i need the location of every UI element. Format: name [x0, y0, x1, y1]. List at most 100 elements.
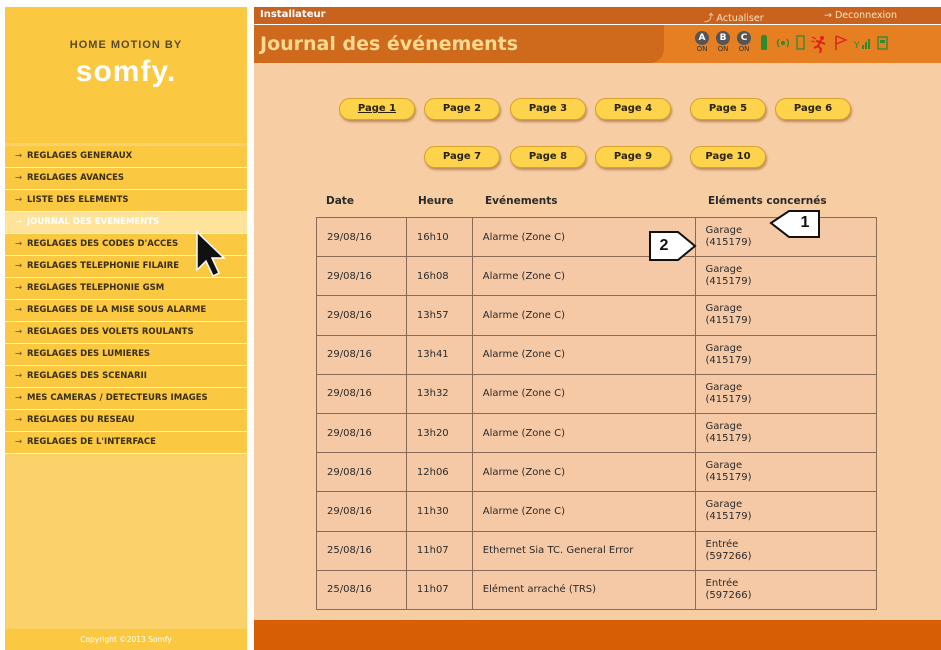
events-table: 29/08/16 16h10 Alarme (Zone C) Garage (41517… — [316, 216, 878, 610]
page-7-button[interactable]: Page 7 — [424, 146, 500, 168]
table-row: 29/08/16 13h41 Alarme (Zone C) Garage (41517… — [316, 334, 878, 375]
element-name: Garage — [705, 499, 743, 511]
element-cell: Garage (415179) — [694, 373, 878, 414]
sidebar-menu: → REGLAGES GENERAUX → REGLAGES AVANCES → LIST… — [5, 146, 247, 454]
element-name: Garage — [705, 264, 743, 276]
date-cell: 29/08/16 — [316, 491, 407, 532]
table-row: 25/08/16 11h07 Elément arraché (TRS) Entrée… — [316, 569, 878, 610]
sidebar-item-9[interactable]: → REGLAGES DES LUMIERES — [5, 344, 247, 366]
sidebar-item-5[interactable]: → REGLAGES TELEPHONIE FILAIRE — [5, 256, 247, 278]
page-1-button[interactable]: Page 1 — [339, 98, 415, 120]
brand-tagline: HOME MOTION BY — [69, 39, 183, 51]
element-cell: Garage (415179) — [694, 295, 878, 336]
sidebar-item-label: LISTE DES ELEMENTS — [27, 195, 129, 205]
svg-text:Y: Y — [854, 41, 860, 51]
title-tab: Journal des événements — [254, 25, 664, 63]
element-code: (415179) — [705, 354, 752, 366]
zone-a-state: ON — [696, 45, 708, 53]
page-4-button[interactable]: Page 4 — [595, 98, 671, 120]
sidebar-item-0[interactable]: → REGLAGES GENERAUX — [5, 146, 247, 168]
event-cell: Ethernet Sia TC. General Error — [471, 530, 696, 571]
battery-icon — [761, 35, 767, 50]
sidebar-item-4[interactable]: → REGLAGES DES CODES D'ACCES — [5, 234, 247, 256]
element-code: (415179) — [705, 276, 752, 288]
time-cell: 16h10 — [405, 216, 473, 258]
time-cell: 12h06 — [405, 452, 473, 493]
arrow-right-icon: → — [15, 239, 23, 249]
intrusion-alarm-icon — [811, 36, 826, 53]
arrow-right-icon: → — [15, 261, 23, 271]
arrow-right-icon: → — [15, 173, 23, 183]
arrow-right-icon: → — [15, 349, 23, 359]
radio-signal-icon — [776, 38, 790, 48]
element-code: (415179) — [705, 393, 752, 405]
time-cell: 16h08 — [405, 256, 473, 297]
date-cell: 25/08/16 — [316, 569, 407, 610]
event-cell: Alarme (Zone C) — [471, 334, 696, 375]
arrow-right-icon: → — [15, 327, 23, 337]
arrow-right-icon: → — [15, 393, 23, 403]
element-cell: Garage (415179) — [694, 216, 878, 258]
element-cell: Garage (415179) — [694, 412, 878, 454]
page-10-button[interactable]: Page 10 — [690, 146, 766, 168]
page-9-button[interactable]: Page 9 — [595, 146, 671, 168]
element-name: Garage — [705, 381, 743, 393]
sidebar-item-1[interactable]: → REGLAGES AVANCES — [5, 168, 247, 190]
sidebar-item-label: REGLAGES TELEPHONIE FILAIRE — [27, 261, 180, 271]
door-sensor-icon — [796, 35, 805, 50]
sidebar-item-label: REGLAGES AVANCES — [27, 173, 125, 183]
refresh-link[interactable]: ⤴ Actualiser — [704, 10, 764, 24]
sidebar-item-13[interactable]: → REGLAGES DE L'INTERFACE — [5, 432, 247, 454]
event-cell: Alarme (Zone C) — [471, 373, 696, 414]
sidebar-item-label: JOURNAL DES EVENEMENTS — [27, 217, 160, 227]
page-8-button[interactable]: Page 8 — [510, 146, 586, 168]
time-cell: 13h57 — [405, 295, 473, 336]
event-cell: Elément arraché (TRS) — [471, 569, 696, 610]
sidebar-item-12[interactable]: → REGLAGES DU RESEAU — [5, 410, 247, 432]
table-row: 29/08/16 12h06 Alarme (Zone C) Garage (41517… — [316, 452, 878, 493]
date-cell: 29/08/16 — [316, 334, 407, 375]
element-code: (415179) — [705, 237, 752, 249]
zone-b-icon: B — [716, 31, 730, 45]
time-cell: 11h07 — [405, 569, 473, 610]
sidebar-item-3[interactable]: → JOURNAL DES EVENEMENTS — [5, 212, 247, 234]
date-cell: 29/08/16 — [316, 412, 407, 454]
sidebar-item-7[interactable]: → REGLAGES DE LA MISE SOUS ALARME — [5, 300, 247, 322]
sidebar-item-label: REGLAGES DES VOLETS ROULANTS — [27, 327, 194, 337]
page-3-button[interactable]: Page 3 — [510, 98, 586, 120]
arrow-right-icon: → — [15, 437, 23, 447]
element-code: (415179) — [705, 433, 752, 445]
top-bar: Installateur ⤴ Actualiser → Deconnexion — [254, 7, 941, 24]
event-cell: Alarme (Zone C) — [471, 491, 696, 532]
page-2-button[interactable]: Page 2 — [424, 98, 500, 120]
sidebar-item-2[interactable]: → LISTE DES ELEMENTS — [5, 190, 247, 212]
footer-bar — [254, 620, 941, 650]
page-title: Journal des événements — [260, 33, 519, 55]
date-cell: 29/08/16 — [316, 295, 407, 336]
sidebar-item-8[interactable]: → REGLAGES DES VOLETS ROULANTS — [5, 322, 247, 344]
element-cell: Garage (415179) — [694, 256, 878, 297]
column-header-event: Evénements — [485, 195, 558, 207]
page-6-button[interactable]: Page 6 — [775, 98, 851, 120]
sidebar-item-label: MES CAMERAS / DETECTEURS IMAGES — [27, 393, 208, 403]
arrow-right-icon: → — [15, 217, 23, 227]
date-cell: 25/08/16 — [316, 530, 407, 571]
user-role: Installateur — [260, 9, 326, 20]
sidebar-item-10[interactable]: → REGLAGES DES SCENARII — [5, 366, 247, 388]
power-supply-icon — [877, 36, 888, 50]
zone-a-badge: A ON — [693, 31, 711, 54]
page-5-button[interactable]: Page 5 — [690, 98, 766, 120]
date-cell: 29/08/16 — [316, 256, 407, 297]
sidebar-item-6[interactable]: → REGLAGES TELEPHONIE GSM — [5, 278, 247, 300]
logout-label: Deconnexion — [834, 10, 897, 21]
sidebar-item-label: REGLAGES DES CODES D'ACCES — [27, 239, 179, 249]
logout-link[interactable]: → Deconnexion — [824, 10, 897, 21]
element-cell: Garage (415179) — [694, 452, 878, 493]
element-name: Garage — [705, 303, 743, 315]
flag-icon — [835, 35, 848, 50]
sidebar-item-11[interactable]: → MES CAMERAS / DETECTEURS IMAGES — [5, 388, 247, 410]
element-name: Garage — [705, 460, 743, 472]
element-name: Garage — [705, 225, 743, 237]
arrow-right-icon: → — [15, 195, 23, 205]
element-cell: Garage (415179) — [694, 334, 878, 375]
